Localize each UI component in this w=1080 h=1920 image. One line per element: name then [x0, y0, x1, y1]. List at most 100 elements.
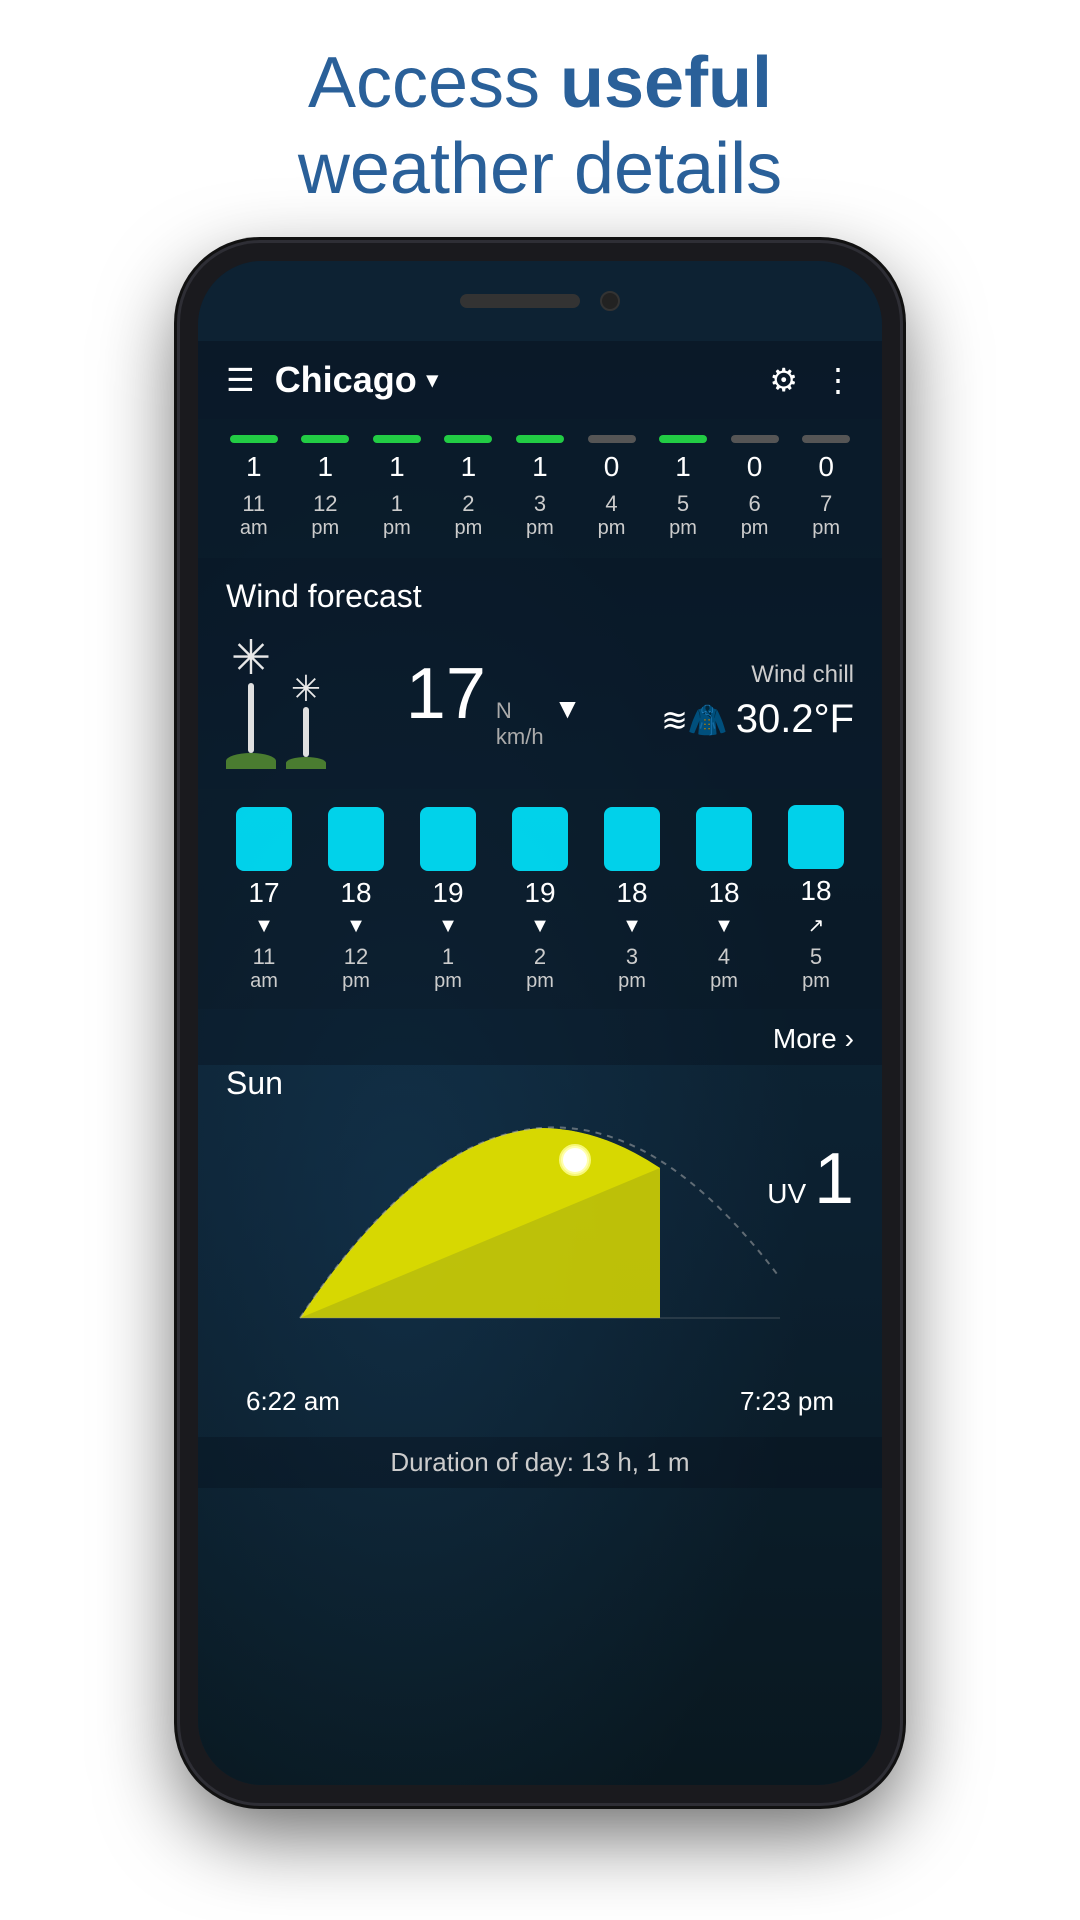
uv-val-0: 1	[246, 451, 262, 483]
wind-bar-rect-3	[512, 807, 568, 871]
wind-bar-rect-1	[328, 807, 384, 871]
wind-bar-arrow-6: ↗	[808, 913, 825, 938]
uv-indicator-5	[588, 435, 636, 443]
uv-bar-item-0: 1 11 am	[230, 435, 278, 540]
wind-bar-speed-6: 18	[800, 875, 831, 907]
dropdown-arrow-icon: ▾	[427, 367, 438, 393]
wind-chill-label: Wind chill	[661, 661, 854, 689]
more-label: More	[773, 1023, 837, 1055]
wind-bar-speed-4: 18	[616, 877, 647, 909]
phone-shell: ☰ Chicago ▾ ⚙ ⋮ 1 11	[180, 243, 900, 1803]
wind-bar-item-4: 18 ▼ 3 pm	[604, 807, 660, 993]
uv-period-0: am	[240, 517, 268, 540]
wind-section-title: Wind forecast	[226, 578, 854, 615]
uv-time-2: 1	[383, 491, 411, 517]
wind-chill-icon: ≋🧥	[661, 701, 728, 739]
top-bar: ☰ Chicago ▾ ⚙ ⋮	[198, 341, 882, 419]
wind-bar-time-0: 11	[250, 944, 278, 970]
uv-indicator-4	[516, 435, 564, 443]
more-icon[interactable]: ⋮	[822, 361, 854, 399]
uv-bars: 1 11 am 1 12 pm 1 1 pm 1 2 pm 1 3 pm	[218, 435, 862, 540]
uv-val-6: 1	[675, 451, 691, 483]
wind-bar-time-6: 5	[802, 944, 830, 970]
wind-speed-display: 17 N km/h ▼	[406, 653, 582, 750]
uv-period-2: pm	[383, 517, 411, 540]
wind-bar-rect-2	[420, 807, 476, 871]
wind-bar-item-3: 19 ▼ 2 pm	[512, 807, 568, 993]
uv-indicator-1	[301, 435, 349, 443]
uv-time-7: 6	[741, 491, 769, 517]
wind-bar-period-4: pm	[618, 970, 646, 993]
uv-time-6: 5	[669, 491, 697, 517]
sunset-time: 7:23 pm	[740, 1386, 834, 1417]
uv-indicator-3	[444, 435, 492, 443]
hamburger-icon[interactable]: ☰	[226, 361, 255, 399]
uv-time-1: 12	[311, 491, 339, 517]
wind-bar-item-6: 18 ↗ 5 pm	[788, 805, 844, 993]
wind-bar-time-1: 12	[342, 944, 370, 970]
wind-bar-speed-3: 19	[524, 877, 555, 909]
wind-bar-period-6: pm	[802, 970, 830, 993]
uv-indicator-7	[731, 435, 779, 443]
duration-row: Duration of day: 13 h, 1 m	[198, 1437, 882, 1488]
wind-bar-time-4: 3	[618, 944, 646, 970]
speaker	[460, 294, 580, 308]
uv-val-8: 0	[818, 451, 834, 483]
phone-wrapper: ☰ Chicago ▾ ⚙ ⋮ 1 11	[180, 243, 900, 1803]
wind-speed-value: 17	[406, 653, 486, 735]
wind-bar-time-3: 2	[526, 944, 554, 970]
wind-bar-rect-4	[604, 807, 660, 871]
city-selector[interactable]: Chicago ▾	[275, 359, 438, 401]
uv-bar-section: 1 11 am 1 12 pm 1 1 pm 1 2 pm 1 3 pm	[198, 419, 882, 558]
turbine-2-body	[303, 707, 309, 757]
page-header: Access useful weather details	[238, 0, 842, 243]
wind-bar-time-2: 1	[434, 944, 462, 970]
wind-unit-label: km/h	[496, 724, 544, 750]
wind-chill-value-row: ≋🧥 30.2°F	[661, 697, 854, 742]
uv-indicator-8	[802, 435, 850, 443]
wind-chill: Wind chill ≋🧥 30.2°F	[661, 661, 854, 742]
wind-bar-rect-0	[236, 807, 292, 871]
uv-time-4: 3	[526, 491, 554, 517]
wind-chill-temp: 30.2°F	[736, 697, 854, 742]
more-button[interactable]: More ›	[773, 1023, 854, 1055]
phone-screen: ☰ Chicago ▾ ⚙ ⋮ 1 11	[198, 261, 882, 1785]
wind-bar-arrow-1: ▼	[346, 915, 366, 938]
wind-bars-grid: 17 ▼ 11 am 18 ▼ 12 pm 19 ▼ 1 pm 19 ▼ 2 p…	[218, 805, 862, 993]
wind-bar-period-3: pm	[526, 970, 554, 993]
uv-bar-item-4: 1 3 pm	[516, 435, 564, 540]
uv-indicator-0	[230, 435, 278, 443]
gear-icon[interactable]: ⚙	[769, 361, 798, 399]
notch-bar	[198, 261, 882, 341]
more-row: More ›	[198, 1009, 882, 1065]
wind-bar-speed-0: 17	[248, 877, 279, 909]
wind-section: Wind forecast ✳ ✳	[198, 558, 882, 789]
uv-bar-item-3: 1 2 pm	[444, 435, 492, 540]
uv-indicator-2	[373, 435, 421, 443]
uv-bar-item-8: 0 7 pm	[802, 435, 850, 540]
uv-number: 1	[814, 1139, 854, 1219]
uv-period-7: pm	[741, 517, 769, 540]
turbine-1: ✳	[226, 635, 276, 769]
camera	[600, 291, 620, 311]
uv-val-4: 1	[532, 451, 548, 483]
uv-bar-item-6: 1 5 pm	[659, 435, 707, 540]
turbine-1-blades: ✳	[231, 635, 271, 683]
wind-bar-period-0: am	[250, 970, 278, 993]
header-line2: weather details	[298, 129, 782, 209]
wind-bar-speed-2: 19	[432, 877, 463, 909]
turbine-2-blades: ✳	[291, 671, 321, 707]
wind-bar-rect-6	[788, 805, 844, 869]
sun-arc-container: UV 1	[226, 1118, 854, 1378]
wind-bar-period-5: pm	[710, 970, 738, 993]
uv-bar-item-1: 1 12 pm	[301, 435, 349, 540]
uv-val-1: 1	[318, 451, 334, 483]
city-name-label: Chicago	[275, 359, 417, 401]
wind-turbines: ✳ ✳	[226, 635, 326, 769]
wind-bar-item-0: 17 ▼ 11 am	[236, 807, 292, 993]
turbine-2: ✳	[286, 671, 326, 769]
wind-bar-period-1: pm	[342, 970, 370, 993]
uv-val-5: 0	[604, 451, 620, 483]
uv-val-7: 0	[747, 451, 763, 483]
wind-bar-rect-5	[696, 807, 752, 871]
